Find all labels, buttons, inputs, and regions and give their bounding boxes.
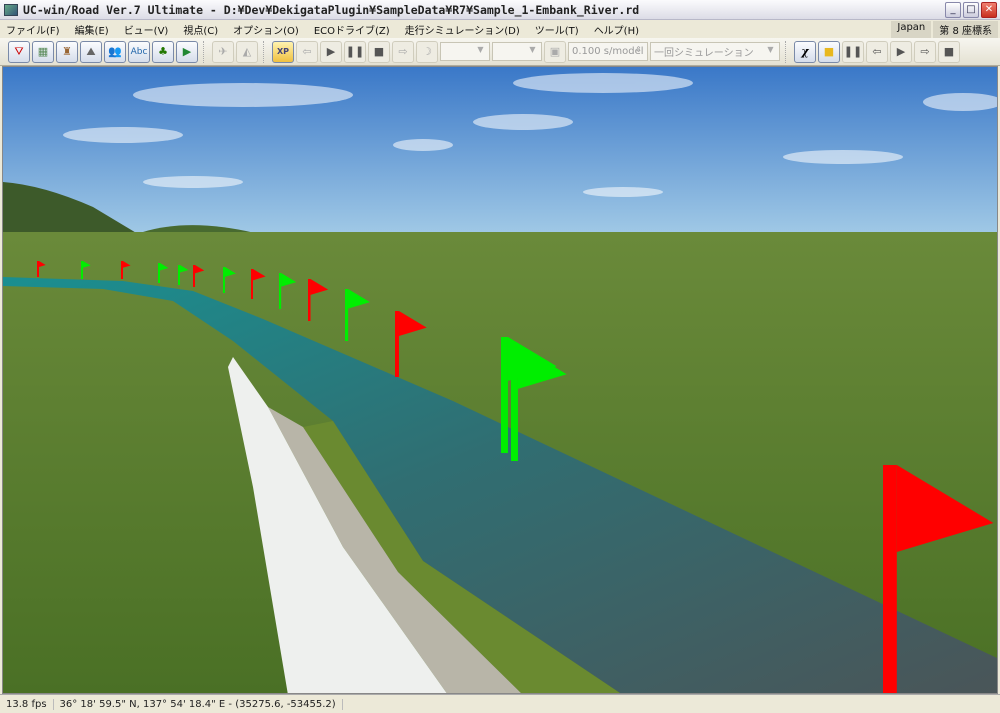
menu-edit[interactable]: 編集(E) [75, 22, 109, 37]
window-title: UC-win/Road Ver.7 Ultimate - D:¥Dev¥Deki… [23, 2, 640, 17]
grid-plan-icon[interactable]: ▦ [32, 40, 54, 63]
status-bar: 13.8 fps 36° 18' 59.5" N, 137° 54' 18.4"… [0, 694, 1000, 713]
sim-mode-select[interactable]: 一回シミュレーション ▼ [650, 42, 780, 61]
coordinate-readout: 36° 18' 59.5" N, 137° 54' 18.4" E - (352… [54, 698, 343, 710]
close-button[interactable]: ✕ [981, 2, 997, 18]
characters-icon[interactable]: 👥 [104, 40, 126, 63]
forward2-icon[interactable]: ⇨ [914, 40, 936, 63]
chi-button[interactable]: χ [794, 40, 816, 63]
xp-button[interactable]: XP [272, 40, 294, 63]
fps-readout: 13.8 fps [0, 698, 54, 710]
back2-icon[interactable]: ⇦ [866, 40, 888, 63]
stop2-icon[interactable]: ■ [938, 40, 960, 63]
terrain-icon[interactable]: ⛰ [80, 40, 102, 63]
combo-1[interactable]: ▼ [440, 42, 490, 61]
3d-viewport[interactable] [2, 66, 998, 694]
menu-eco-drive[interactable]: ECOドライブ(Z) [314, 22, 390, 37]
tunnel-icon[interactable]: ◭ [236, 40, 258, 63]
combo-2[interactable]: ▼ [492, 42, 542, 61]
app-icon [4, 3, 18, 16]
region-indicator: Japan [891, 21, 932, 38]
camera-icon[interactable]: ✈ [212, 40, 234, 63]
save-icon[interactable]: ▣ [544, 40, 566, 63]
minimize-button[interactable]: _ [945, 2, 961, 18]
menu-help[interactable]: ヘルプ(H) [594, 22, 639, 37]
menu-options[interactable]: オプション(O) [233, 22, 299, 37]
road-icon[interactable]: ⛛ [8, 40, 30, 63]
forward-icon[interactable]: ⇨ [392, 40, 414, 63]
coord-system-indicator: 第 8 座標系 [933, 21, 998, 38]
video-icon[interactable]: ▶ [176, 40, 198, 63]
menu-file[interactable]: ファイル(F) [6, 22, 60, 37]
folder-icon[interactable]: ■ [818, 40, 840, 63]
text-icon[interactable]: Abc [128, 40, 150, 63]
maximize-button[interactable]: □ [963, 2, 979, 18]
menu-bar: ファイル(F) 編集(E) ビュー(V) 視点(C) オプション(O) ECOド… [0, 20, 1000, 38]
play-icon[interactable]: ▶ [320, 40, 342, 63]
model-icon[interactable]: ♜ [56, 40, 78, 63]
pause2-icon[interactable]: ❚❚ [842, 40, 864, 63]
stop-icon[interactable]: ■ [368, 40, 390, 63]
back-icon[interactable]: ⇦ [296, 40, 318, 63]
menu-viewpoint[interactable]: 視点(C) [183, 22, 218, 37]
menu-tools[interactable]: ツール(T) [535, 22, 579, 37]
scene [3, 67, 997, 693]
trees-icon[interactable]: ♣ [152, 40, 174, 63]
menu-driving-simulation[interactable]: 走行シミュレーション(D) [405, 22, 520, 37]
menu-view[interactable]: ビュー(V) [124, 22, 169, 37]
pause-icon[interactable]: ❚❚ [344, 40, 366, 63]
title-bar: UC-win/Road Ver.7 Ultimate - D:¥Dev¥Deki… [0, 0, 1000, 20]
play2-icon[interactable]: ▶ [890, 40, 912, 63]
moon-icon[interactable]: ☽ [416, 40, 438, 63]
toolbar: ⛛ ▦ ♜ ⛰ 👥 Abc ♣ ▶ ✈ ◭ XP ⇦ ▶ ❚❚ ■ ⇨ ☽ ▼ … [0, 38, 1000, 66]
interval-spinner[interactable]: 0.100 s/model ⇕ [568, 42, 648, 61]
